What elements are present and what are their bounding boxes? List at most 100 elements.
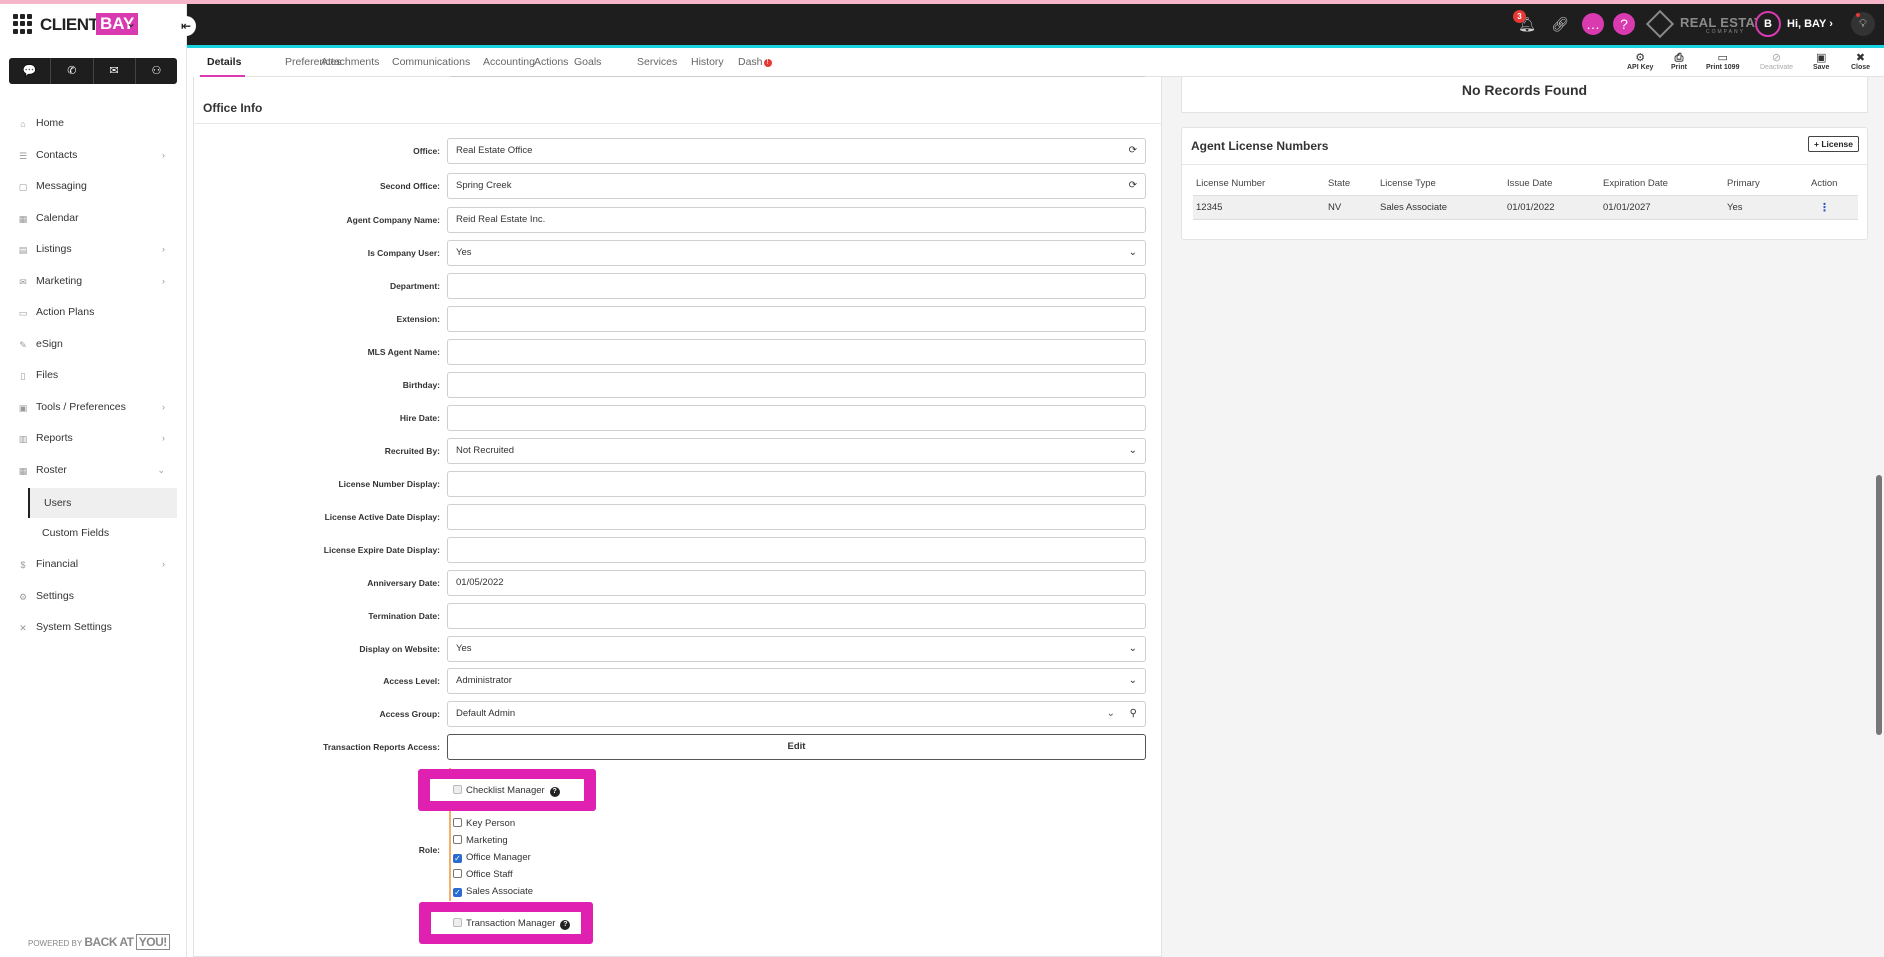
sidebar-item-esign[interactable]: ✎ eSign xyxy=(0,331,187,363)
checkbox-icon[interactable] xyxy=(453,869,462,878)
sidebar-item-calendar[interactable]: ▦ Calendar xyxy=(0,205,187,237)
close-button[interactable]: ✖ Close xyxy=(1851,52,1870,71)
chevron-down-icon[interactable]: ⌄ xyxy=(126,16,136,30)
sidebar-item-tools-preferences[interactable]: ▣ Tools / Preferences › xyxy=(0,394,187,426)
role-marketing-checkbox[interactable]: Marketing xyxy=(453,835,508,846)
refresh-icon[interactable]: ⟳ xyxy=(1129,139,1137,163)
role-office-staff-checkbox[interactable]: Office Staff xyxy=(453,869,513,880)
sidebar-item-messaging[interactable]: ▢ Messaging xyxy=(0,173,187,205)
tab-actions[interactable]: Actions xyxy=(534,56,568,68)
license-active-date-display-field[interactable] xyxy=(447,504,1146,530)
phone-icon[interactable]: ✆ xyxy=(51,58,94,84)
sidebar-item-system-settings[interactable]: ✕ System Settings xyxy=(0,614,187,646)
agent-company-name-field[interactable]: Reid Real Estate Inc. xyxy=(447,207,1146,233)
avatar[interactable]: B xyxy=(1755,11,1781,37)
sidebar-item-contacts[interactable]: ☰ Contacts › xyxy=(0,142,187,174)
table-cell-primary: Yes xyxy=(1727,202,1743,213)
row-actions-icon[interactable]: ⋮ xyxy=(1819,201,1830,214)
alert-icon: ! xyxy=(763,59,772,67)
powered-by: POWERED BY BACK AT YOU! xyxy=(28,934,170,950)
access-group-label: Access Group: xyxy=(379,709,440,719)
license-panel-title: Agent License Numbers xyxy=(1191,139,1329,153)
refresh-icon[interactable]: ⟳ xyxy=(1129,174,1137,198)
sidebar-item-label: System Settings xyxy=(36,621,112,633)
license-number-display-field[interactable] xyxy=(447,471,1146,497)
access-level-select[interactable]: Administrator ⌄ xyxy=(447,668,1146,694)
apps-grid-icon[interactable] xyxy=(13,14,33,34)
sidebar-subitem-custom-fields[interactable]: Custom Fields xyxy=(28,518,187,548)
help-icon[interactable]: ? xyxy=(560,920,571,930)
department-field[interactable] xyxy=(447,273,1146,299)
tab-goals[interactable]: Goals xyxy=(574,56,601,68)
tab-communications[interactable]: Communications xyxy=(392,56,470,68)
sidebar-item-home[interactable]: ⌂ Home xyxy=(0,110,187,142)
help-icon[interactable]: ? xyxy=(1613,13,1635,35)
mail-icon[interactable]: ✉ xyxy=(94,58,136,84)
second-office-field[interactable]: Spring Creek ⟳ xyxy=(447,173,1146,199)
sidebar-item-listings[interactable]: ▤ Listings › xyxy=(0,236,187,268)
tab-services[interactable]: Services xyxy=(637,56,677,68)
save-button[interactable]: ▣ Save xyxy=(1813,52,1829,71)
print-1099-button[interactable]: ▭ Print 1099 xyxy=(1706,52,1739,71)
sidebar-item-label: Tools / Preferences xyxy=(36,400,126,413)
print-button[interactable]: ⎙ Print xyxy=(1671,52,1687,71)
recruited-by-select[interactable]: Not Recruited ⌄ xyxy=(447,438,1146,464)
mls-agent-name-field[interactable] xyxy=(447,339,1146,365)
sidebar-item-settings[interactable]: ⚙ Settings xyxy=(0,583,187,615)
sidebar-item-marketing[interactable]: ✉ Marketing › xyxy=(0,268,187,300)
page-scrollbar[interactable] xyxy=(1876,475,1882,735)
extension-field[interactable] xyxy=(447,306,1146,332)
sidebar-item-reports[interactable]: ▥ Reports › xyxy=(0,425,187,457)
display-on-website-select[interactable]: Yes ⌄ xyxy=(447,636,1146,662)
sidebar-collapse-icon[interactable]: ⇤ xyxy=(176,16,196,36)
is-company-user-select[interactable]: Yes ⌄ xyxy=(447,240,1146,266)
sidebar-item-label: Financial xyxy=(36,558,79,570)
sidebar-item-files[interactable]: ▯ Files xyxy=(0,362,187,394)
add-contact-icon[interactable]: ⚇ xyxy=(136,58,177,84)
chat-icon[interactable]: 💬 xyxy=(9,58,52,84)
tab-accounting[interactable]: Accounting xyxy=(483,56,535,68)
search-icon[interactable]: ⚲ xyxy=(1130,702,1137,726)
role-sales-associate-checkbox[interactable]: ✓ Sales Associate xyxy=(453,886,533,897)
access-group-select[interactable]: Default Admin ⌄ ⚲ xyxy=(447,701,1146,727)
chat-icon[interactable]: … xyxy=(1582,13,1604,35)
checkbox-icon[interactable]: ✓ xyxy=(453,854,462,863)
sidebar-item-roster[interactable]: ▦ Roster ⌄ xyxy=(0,457,187,489)
tab-dash[interactable]: Dash! xyxy=(738,56,772,68)
checkbox-icon[interactable] xyxy=(453,835,462,844)
help-icon[interactable]: ? xyxy=(549,787,560,797)
sidebar-item-action-plans[interactable]: ▭ Action Plans xyxy=(0,299,187,331)
notification-badge: 3 xyxy=(1513,10,1526,23)
tab-label: Accounting xyxy=(483,56,535,68)
api-key-button[interactable]: ⚙ API Key xyxy=(1627,52,1653,71)
contacts-icon: ☰ xyxy=(18,150,28,161)
birthday-field[interactable] xyxy=(447,372,1146,398)
termination-date-field[interactable] xyxy=(447,603,1146,629)
sidebar-item-financial[interactable]: $ Financial › xyxy=(0,551,187,583)
role-key-person-checkbox[interactable]: Key Person xyxy=(453,818,515,829)
transaction-reports-access-label: Transaction Reports Access: xyxy=(323,742,440,752)
link-icon[interactable]: 🔗︎ xyxy=(1549,13,1571,35)
tab-attachments[interactable]: Attachments xyxy=(321,56,379,68)
tab-details[interactable]: Details xyxy=(207,56,241,68)
greeting[interactable]: Hi, BAY › xyxy=(1787,18,1833,30)
sidebar-subitem-users[interactable]: Users xyxy=(28,488,177,518)
role-label-text: Office Staff xyxy=(466,869,513,880)
tools-icon: ▣ xyxy=(18,402,28,413)
lightbulb-icon[interactable]: 💡︎ xyxy=(1851,12,1875,36)
tab-history[interactable]: History xyxy=(691,56,724,68)
transaction-reports-access-button[interactable]: Edit xyxy=(447,734,1146,760)
sidebar-item-label: eSign xyxy=(36,337,63,350)
sidebar-item-label: Roster xyxy=(36,463,67,476)
license-expire-date-display-field[interactable] xyxy=(447,537,1146,563)
checkbox-icon xyxy=(453,918,462,927)
add-license-button[interactable]: + License xyxy=(1808,136,1859,152)
checkbox-icon[interactable] xyxy=(453,818,462,827)
checkbox-icon[interactable]: ✓ xyxy=(453,888,462,897)
hire-date-field[interactable] xyxy=(447,405,1146,431)
chevron-right-icon: › xyxy=(162,149,165,160)
role-office-manager-checkbox[interactable]: ✓ Office Manager xyxy=(453,852,531,863)
chevron-down-icon: ⌄ xyxy=(1128,643,1137,654)
anniversary-date-field[interactable]: 01/05/2022 xyxy=(447,570,1146,596)
office-field[interactable]: Real Estate Office ⟳ xyxy=(447,138,1146,164)
